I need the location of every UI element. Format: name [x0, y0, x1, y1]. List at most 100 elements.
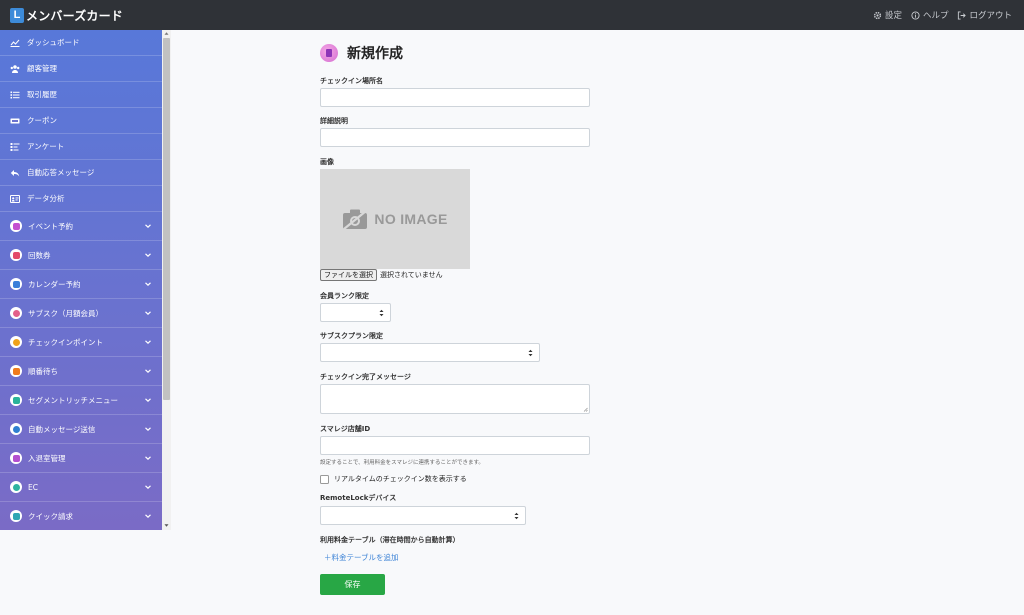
select-arrows-icon [528, 349, 533, 357]
cart-icon [10, 481, 22, 493]
sidebar-item-label: EC [28, 482, 38, 492]
settings-label: 設定 [884, 11, 902, 21]
smaregi-help-text: 設定することで、利用料金をスマレジに連携することができます。 [320, 460, 484, 466]
logout-icon [958, 10, 967, 20]
sidebar-scrollbar[interactable] [162, 30, 171, 530]
realtime-checkbox-label: リアルタイムのチェックイン数を表示する [334, 475, 467, 483]
sidebar-item-label: 回数券 [28, 250, 51, 260]
sidebar-group-quick-invoice[interactable]: クイック請求 [0, 502, 162, 530]
chart-line-icon [10, 38, 20, 48]
sidebar-item-label: 順番待ち [28, 366, 58, 376]
smaregi-input[interactable] [320, 436, 590, 455]
sidebar-item-auto-reply[interactable]: 自動応答メッセージ [0, 160, 162, 186]
settings-link[interactable]: 設定 [873, 9, 902, 21]
scroll-down-arrow-icon[interactable] [164, 523, 169, 528]
smaregi-label: スマレジ店舗ID [320, 425, 371, 433]
header-actions: 設定 ヘルプ ログアウト [873, 0, 1012, 30]
top-bar: L メンバーズカード 設定 ヘルプ ログアウト [0, 0, 1024, 30]
sidebar-item-analytics[interactable]: データ分析 [0, 186, 162, 212]
checkin-place-input[interactable] [320, 88, 590, 107]
realtime-checkbox[interactable] [320, 474, 329, 484]
sidebar-group-event-booking[interactable]: イベント予約 [0, 212, 162, 241]
camera-off-icon [343, 209, 368, 230]
realtime-checkbox-row[interactable]: リアルタイムのチェックイン数を表示する [320, 474, 467, 484]
scroll-up-arrow-icon[interactable] [164, 31, 169, 36]
sidebar-item-customers[interactable]: 顧客管理 [0, 56, 162, 82]
checkin-place-label: チェックイン場所名 [320, 77, 383, 85]
remotelock-select[interactable] [320, 506, 526, 525]
gear-icon [873, 11, 882, 19]
chevron-down-icon [145, 224, 151, 229]
survey-icon [10, 142, 20, 152]
analytics-icon [10, 194, 20, 204]
logout-label: ログアウト [969, 11, 1012, 21]
sidebar-item-label: チェックインポイント [28, 337, 103, 347]
resize-handle-icon[interactable] [583, 407, 588, 412]
no-image-text: NO IMAGE [374, 211, 448, 227]
sidebar-group-queue[interactable]: 順番待ち [0, 357, 162, 386]
sidebar-item-dashboard[interactable]: ダッシュボード [0, 30, 162, 56]
sidebar-item-label: 自動応答メッセージ [27, 168, 95, 177]
sidebar-item-label: セグメントリッチメニュー [28, 395, 118, 405]
users-icon [10, 64, 20, 74]
fee-table-label: 利用料金テーブル（滞在時間から自動計算） [320, 536, 460, 544]
list-icon [10, 90, 20, 100]
rich-menu-icon [10, 394, 22, 406]
choose-file-button[interactable]: ファイルを選択 [320, 269, 377, 281]
chevron-down-icon [145, 282, 151, 287]
sidebar-group-calendar-booking[interactable]: カレンダー予約 [0, 270, 162, 299]
sidebar-item-label: 入退室管理 [28, 453, 66, 463]
queue-icon [10, 365, 22, 377]
map-pin-icon [10, 336, 22, 348]
info-icon [911, 10, 920, 20]
sidebar-item-label: 自動メッセージ送信 [28, 424, 96, 434]
checkin-point-icon [320, 44, 338, 62]
sidebar-group-auto-message[interactable]: 自動メッセージ送信 [0, 415, 162, 444]
subscription-plan-select[interactable] [320, 343, 540, 362]
sidebar-group-punch-card[interactable]: 回数券 [0, 241, 162, 270]
message-icon [10, 423, 22, 435]
sidebar-item-label: 取引履歴 [27, 90, 57, 99]
help-label: ヘルプ [922, 11, 949, 21]
select-arrows-icon [379, 309, 384, 317]
chevron-down-icon [145, 311, 151, 316]
add-fee-table-link[interactable]: ＋料金テーブルを追加 [324, 552, 399, 563]
ticket-icon [10, 116, 20, 126]
sidebar-group-subscription[interactable]: サブスク（月額会員） [0, 299, 162, 328]
help-link[interactable]: ヘルプ [911, 9, 949, 21]
member-rank-label: 会員ランク限定 [320, 292, 369, 300]
page-title-text: 新規作成 [347, 46, 403, 62]
image-preview: NO IMAGE [320, 169, 470, 269]
sidebar-item-label: クーポン [27, 116, 57, 125]
sidebar-group-checkin-point[interactable]: チェックインポイント [0, 328, 162, 357]
member-rank-select[interactable] [320, 303, 391, 322]
chevron-down-icon [145, 340, 151, 345]
calendar-event-icon [10, 220, 22, 232]
description-label: 詳細説明 [320, 117, 348, 125]
sidebar-item-label: データ分析 [27, 194, 65, 203]
description-input[interactable] [320, 128, 590, 147]
sidebar-item-label: カレンダー予約 [28, 279, 81, 289]
app-logo[interactable]: L メンバーズカード [10, 7, 123, 24]
chevron-down-icon [145, 456, 151, 461]
checkin-message-textarea[interactable] [320, 384, 590, 414]
logout-link[interactable]: ログアウト [957, 9, 1012, 21]
calendar-icon [10, 278, 22, 290]
sidebar-item-transactions[interactable]: 取引履歴 [0, 82, 162, 108]
scrollbar-thumb[interactable] [163, 38, 170, 400]
sidebar-item-label: サブスク（月額会員） [28, 308, 103, 318]
sidebar-group-entry-exit[interactable]: 入退室管理 [0, 444, 162, 473]
ticket-icon [10, 249, 22, 261]
chevron-down-icon [145, 398, 151, 403]
sidebar-group-segment-rich-menu[interactable]: セグメントリッチメニュー [0, 386, 162, 415]
save-button[interactable]: 保存 [320, 574, 385, 595]
checkin-message-label: チェックイン完了メッセージ [320, 373, 411, 381]
logo-mark: L [10, 7, 24, 23]
sidebar-item-coupons[interactable]: クーポン [0, 108, 162, 134]
sidebar-group-ec[interactable]: EC [0, 473, 162, 502]
sidebar-item-survey[interactable]: アンケート [0, 134, 162, 160]
reply-icon [10, 168, 20, 178]
app-title: メンバーズカード [26, 8, 124, 23]
subscription-icon [10, 307, 22, 319]
sidebar-item-label: クイック請求 [28, 511, 73, 521]
